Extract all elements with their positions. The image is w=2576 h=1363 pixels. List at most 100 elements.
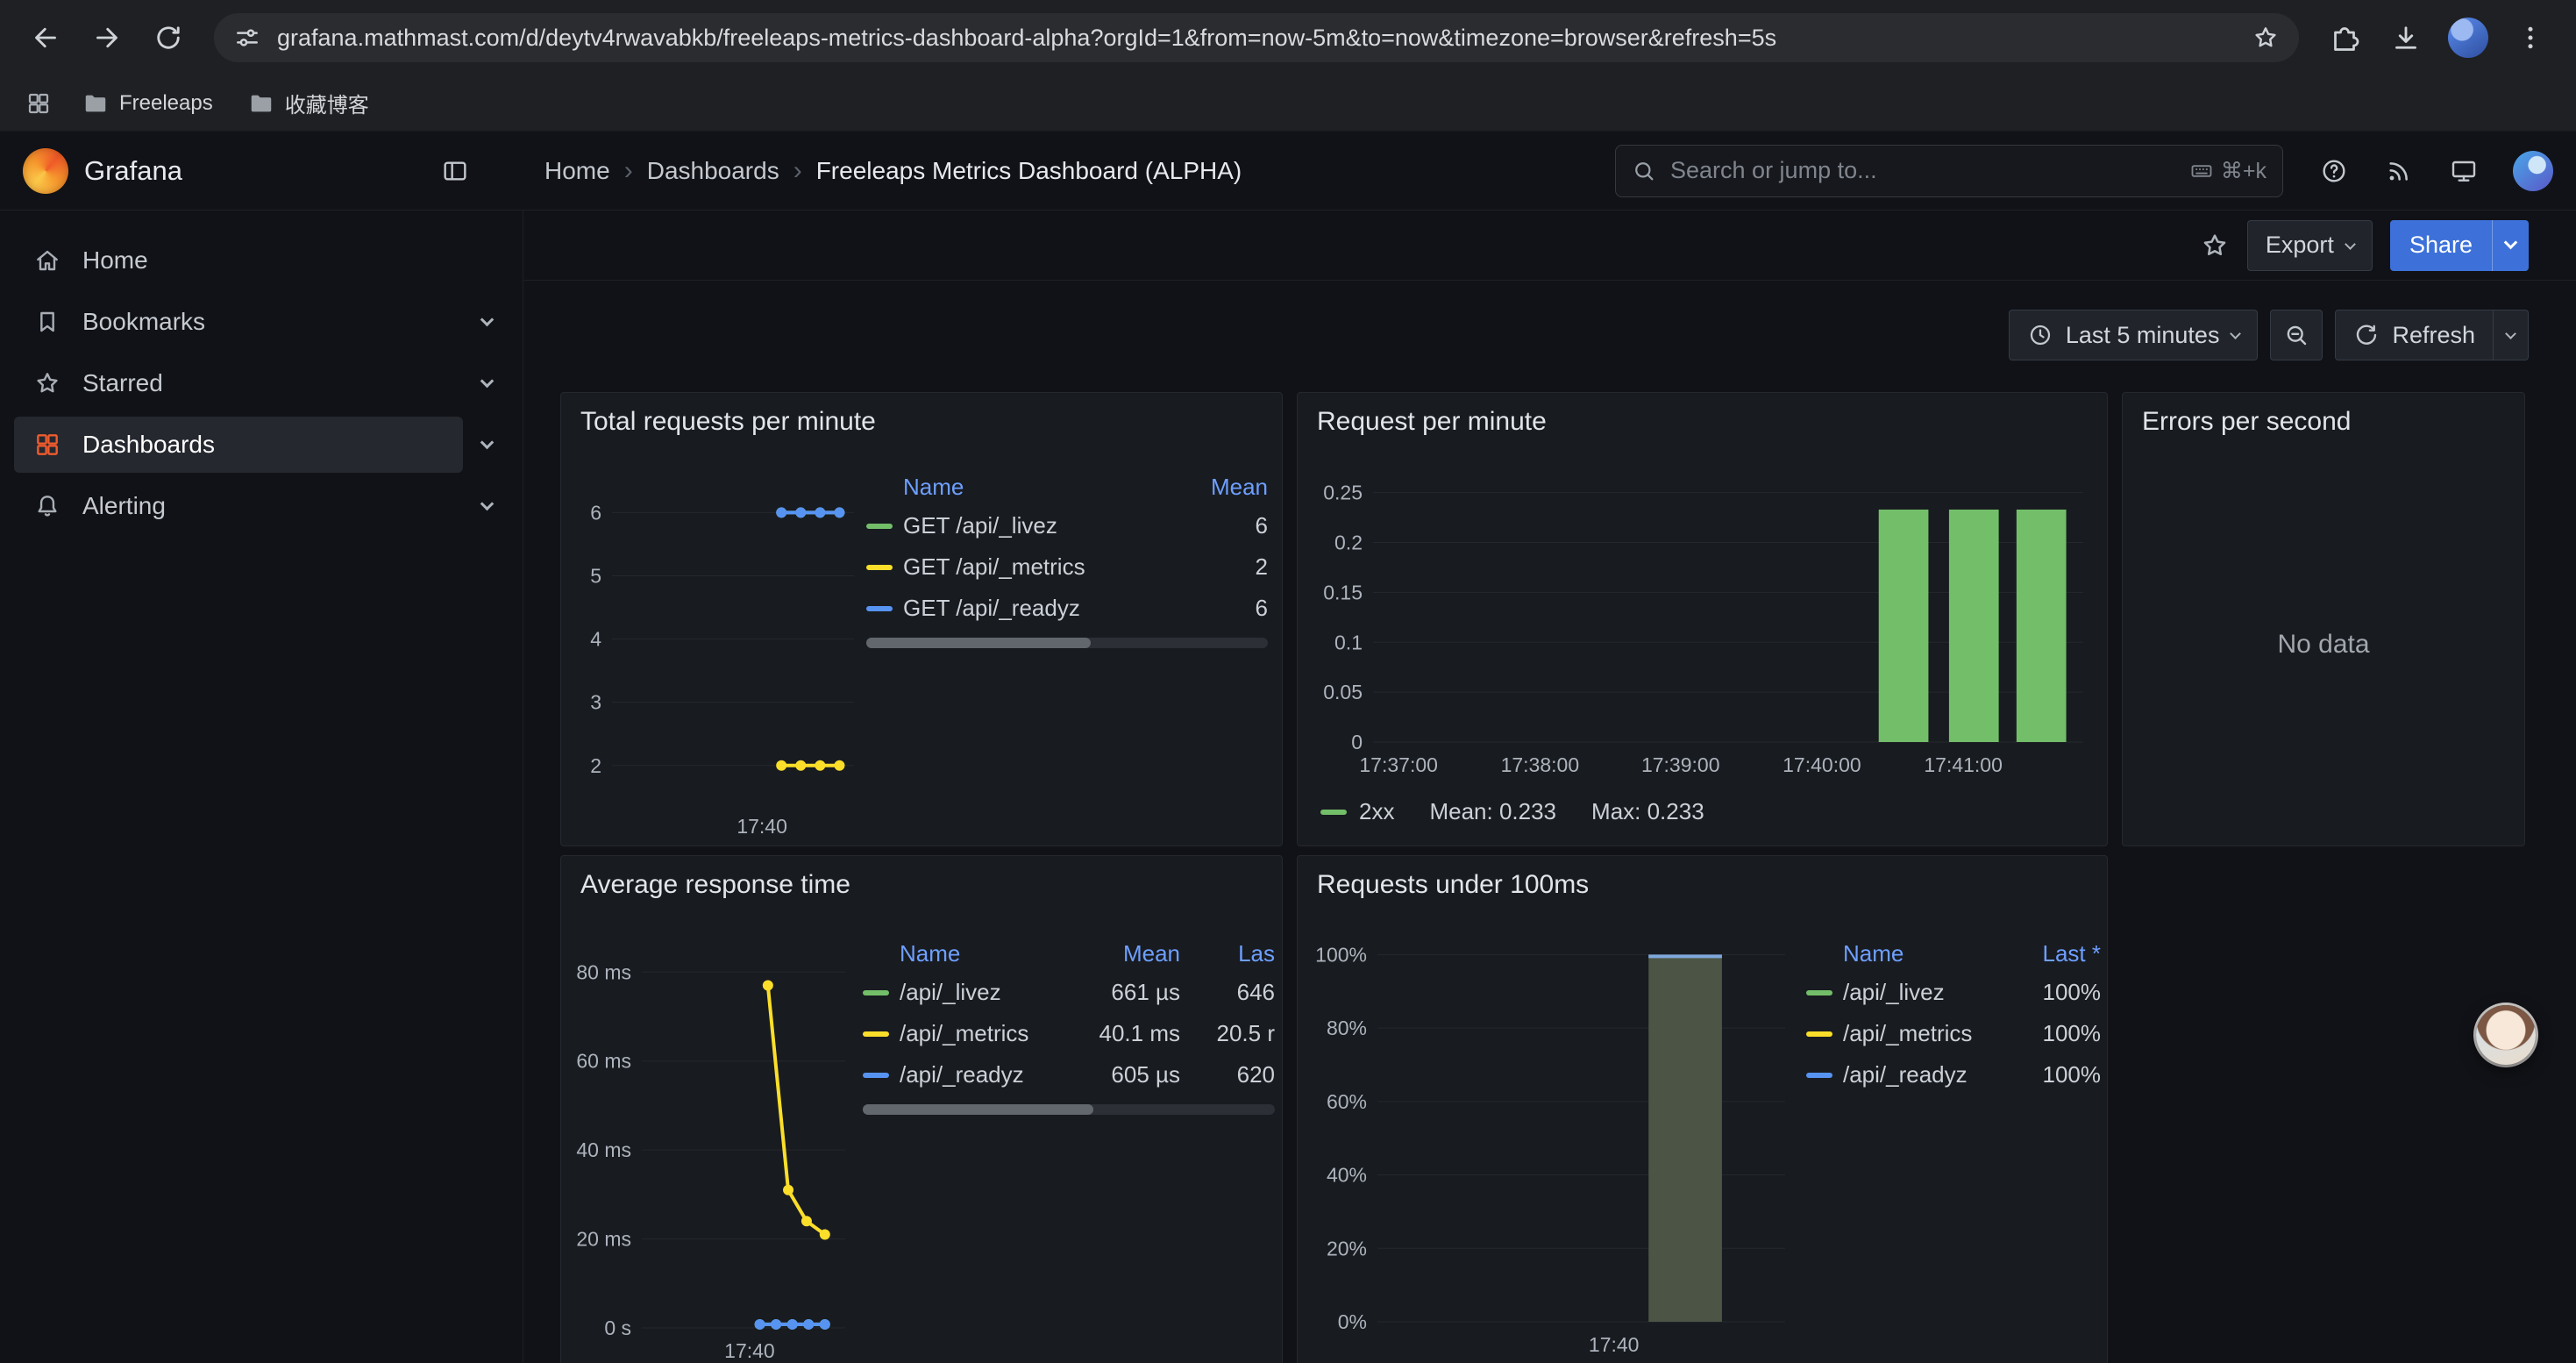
kiosk-monitor-icon[interactable] <box>2450 157 2478 185</box>
request-per-minute-chart: 0.250.20.150.10.05017:37:0017:38:0017:39… <box>1303 463 2101 810</box>
legend-col-last[interactable]: Las <box>1180 940 1275 967</box>
series-color-swatch <box>866 524 893 529</box>
folder-icon <box>248 90 274 117</box>
browser-back-icon[interactable] <box>18 10 74 66</box>
legend-scrollbar[interactable] <box>863 1104 1275 1115</box>
series-color-swatch <box>863 990 889 995</box>
panel-title[interactable]: Errors per second <box>2123 393 2524 451</box>
grafana-logo[interactable] <box>23 148 68 194</box>
breadcrumb-separator: › <box>624 156 633 186</box>
breadcrumb-current-page: Freeleaps Metrics Dashboard (ALPHA) <box>816 157 1242 185</box>
bookmark-icon <box>33 308 61 336</box>
svg-text:60 ms: 60 ms <box>576 1050 631 1073</box>
search-box[interactable]: ⌘+k <box>1615 145 2283 197</box>
share-dropdown-button[interactable] <box>2492 220 2529 271</box>
legend-table: Name Mean GET /api/_livez 6 GET /api/_me… <box>866 468 1268 648</box>
series-color-swatch <box>866 565 893 570</box>
sidebar-toggle-icon[interactable] <box>441 157 469 185</box>
svg-text:80 ms: 80 ms <box>576 960 631 983</box>
user-avatar[interactable] <box>2513 151 2553 191</box>
time-range-picker[interactable]: Last 5 minutes <box>2009 310 2259 360</box>
chevron-down-icon <box>2504 236 2518 250</box>
svg-text:17:40: 17:40 <box>1589 1333 1640 1356</box>
scrollbar-thumb[interactable] <box>866 638 1091 648</box>
news-rss-icon[interactable] <box>2385 157 2413 185</box>
legend-col-mean[interactable]: Mean <box>1198 474 1268 501</box>
series-color-swatch <box>1806 990 1832 995</box>
bookmark-star-icon[interactable] <box>2248 20 2283 55</box>
search-input[interactable] <box>1669 156 2177 185</box>
url-text: grafana.mathmast.com/d/deytv4rwavabkb/fr… <box>277 25 2248 52</box>
chevron-down-icon <box>2505 328 2516 339</box>
legend-series-name[interactable]: 2xx <box>1359 798 1394 825</box>
refresh-button[interactable]: Refresh <box>2335 310 2494 360</box>
legend-scrollbar[interactable] <box>866 638 1268 648</box>
chevron-down-icon[interactable] <box>463 320 510 325</box>
svg-text:0 s: 0 s <box>604 1317 631 1339</box>
sidebar-item-bookmarks[interactable]: Bookmarks <box>0 291 523 353</box>
sidebar-item-starred[interactable]: Starred <box>0 353 523 414</box>
help-icon[interactable] <box>2320 157 2348 185</box>
share-button[interactable]: Share <box>2390 220 2492 271</box>
legend-col-last[interactable]: Last * <box>2006 940 2101 967</box>
sidebar-item-label: Home <box>82 246 148 275</box>
url-bar[interactable]: grafana.mathmast.com/d/deytv4rwavabkb/fr… <box>214 13 2299 62</box>
favorite-dashboard-star-icon[interactable] <box>2200 231 2230 260</box>
legend-col-name[interactable]: Name <box>903 474 1198 501</box>
legend-col-mean[interactable]: Mean <box>1049 940 1180 967</box>
floating-assistant-avatar[interactable] <box>2476 1005 2536 1065</box>
legend-row[interactable]: /api/_metrics 100% <box>1806 1013 2101 1054</box>
legend-col-name[interactable]: Name <box>900 940 1049 967</box>
svg-text:20 ms: 20 ms <box>576 1228 631 1251</box>
export-button[interactable]: Export <box>2247 220 2373 271</box>
keyboard-icon <box>2189 159 2214 183</box>
sidebar-item-home[interactable]: Home <box>0 230 523 291</box>
sidebar-item-dashboards[interactable]: Dashboards <box>0 414 523 475</box>
bookmark-folder-freeleaps[interactable]: Freeleaps <box>68 82 227 125</box>
legend-row[interactable]: GET /api/_livez 6 <box>866 505 1268 546</box>
legend-row[interactable]: /api/_readyz 100% <box>1806 1054 2101 1095</box>
breadcrumb: Home › Dashboards › Freeleaps Metrics Da… <box>544 156 1242 186</box>
svg-text:0.1: 0.1 <box>1334 631 1363 653</box>
legend-row[interactable]: /api/_livez 100% <box>1806 972 2101 1013</box>
legend-row[interactable]: /api/_livez 661 µs 646 <box>863 972 1275 1013</box>
svg-text:17:38:00: 17:38:00 <box>1501 753 1580 776</box>
bookmark-label: 收藏博客 <box>285 88 369 118</box>
breadcrumb-home[interactable]: Home <box>544 157 610 185</box>
panel-title[interactable]: Requests under 100ms <box>1298 856 2107 914</box>
scrollbar-thumb[interactable] <box>863 1104 1093 1115</box>
svg-text:80%: 80% <box>1327 1017 1367 1039</box>
legend-row[interactable]: /api/_metrics 40.1 ms 20.5 r <box>863 1013 1275 1054</box>
legend-table: Name Last * /api/_livez 100% /api/_metri… <box>1806 935 2101 1095</box>
chevron-down-icon[interactable] <box>463 443 510 447</box>
legend-row[interactable]: /api/_readyz 605 µs 620 <box>863 1054 1275 1095</box>
site-info-icon[interactable] <box>230 20 265 55</box>
bookmark-folder-blogs[interactable]: 收藏博客 <box>234 82 383 125</box>
chevron-down-icon[interactable] <box>463 504 510 509</box>
apps-grid-icon[interactable] <box>16 82 61 125</box>
panel-title[interactable]: Average response time <box>561 856 1282 914</box>
svg-text:100%: 100% <box>1315 943 1367 966</box>
breadcrumb-dashboards[interactable]: Dashboards <box>647 157 779 185</box>
legend-row[interactable]: GET /api/_metrics 2 <box>866 546 1268 588</box>
legend-row[interactable]: GET /api/_readyz 6 <box>866 588 1268 629</box>
sidebar-item-alerting[interactable]: Alerting <box>0 475 523 537</box>
series-color-swatch <box>1806 1073 1832 1078</box>
refresh-interval-dropdown[interactable] <box>2494 310 2529 360</box>
bookmarks-bar: Freeleaps 收藏博客 <box>0 75 2576 132</box>
legend-col-name[interactable]: Name <box>1843 940 2006 967</box>
series-color-swatch <box>1806 1031 1832 1037</box>
browser-reload-icon[interactable] <box>140 10 196 66</box>
downloads-icon[interactable] <box>2378 10 2434 66</box>
svg-text:40%: 40% <box>1327 1164 1367 1187</box>
panel-title[interactable]: Total requests per minute <box>561 393 1282 451</box>
browser-menu-icon[interactable] <box>2502 10 2558 66</box>
chevron-down-icon[interactable] <box>463 382 510 386</box>
panel-title[interactable]: Request per minute <box>1298 393 2107 451</box>
browser-profile-avatar[interactable] <box>2448 18 2488 58</box>
dashboard-actions: Export Share <box>523 211 2576 281</box>
zoom-out-button[interactable] <box>2270 310 2323 360</box>
extensions-icon[interactable] <box>2316 10 2373 66</box>
breadcrumb-separator: › <box>793 156 802 186</box>
browser-forward-icon[interactable] <box>79 10 135 66</box>
